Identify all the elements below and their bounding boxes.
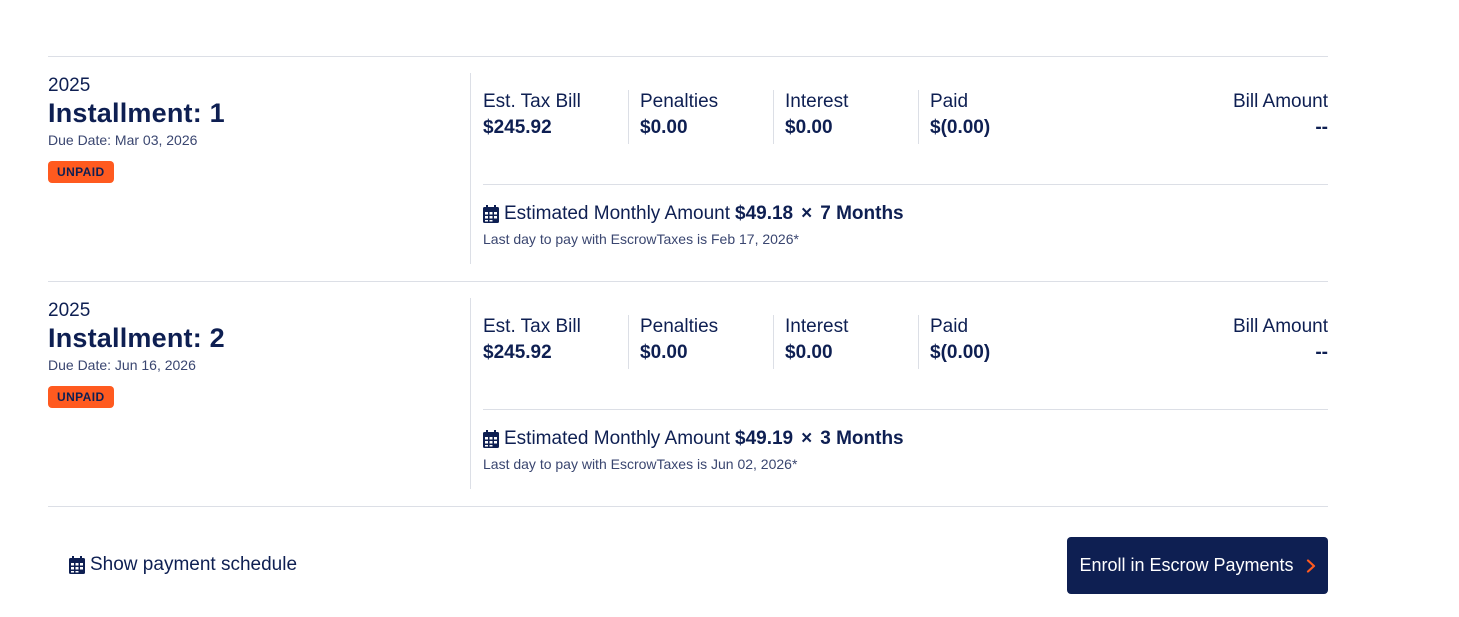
estimate-months: 3 Months (820, 428, 904, 449)
times-symbol: × (801, 428, 813, 449)
calendar-icon (483, 205, 499, 223)
penalties-column: Penalties $0.00 (628, 90, 773, 144)
column-label: Bill Amount (1232, 316, 1328, 337)
divider (48, 506, 1328, 507)
divider (483, 184, 1328, 185)
due-date: Due Date: Jun 16, 2026 (48, 357, 196, 373)
column-label: Interest (785, 91, 849, 112)
status-badge: UNPAID (48, 386, 114, 408)
estimate-amount: $49.18 (735, 203, 794, 224)
vertical-divider (470, 298, 471, 489)
column-label: Est. Tax Bill (483, 316, 581, 337)
column-value: $0.00 (785, 342, 833, 363)
installment-details: Est. Tax Bill $245.92 Penalties $0.00 In… (483, 90, 1328, 247)
due-date: Due Date: Mar 03, 2026 (48, 132, 198, 148)
installment-title: Installment: 1 (48, 98, 225, 128)
last-day-note: Last day to pay with EscrowTaxes is Feb … (483, 231, 799, 247)
estimate-amount: $49.19 (735, 428, 794, 449)
estimated-monthly-amount: Estimated Monthly Amount $49.19 × 3 Mont… (483, 427, 1328, 451)
footer-actions: Show payment schedule Enroll in Escrow P… (48, 537, 1328, 594)
column-label: Bill Amount (1232, 91, 1328, 112)
calendar-icon (483, 430, 499, 448)
column-label: Penalties (640, 91, 719, 112)
installment-card: 2025 Installment: 2 Due Date: Jun 16, 20… (48, 282, 1328, 506)
times-symbol: × (801, 203, 813, 224)
installment-summary: 2025 Installment: 2 Due Date: Jun 16, 20… (48, 299, 470, 408)
column-label: Interest (785, 316, 849, 337)
bill-amount-column: Bill Amount -- (1222, 315, 1328, 369)
calendar-icon (69, 556, 85, 574)
bill-amount-column: Bill Amount -- (1222, 90, 1328, 144)
estimate-label: Estimated Monthly Amount (504, 428, 730, 449)
tax-year: 2025 (48, 75, 91, 96)
column-label: Est. Tax Bill (483, 91, 581, 112)
column-value: -- (1315, 117, 1328, 138)
column-label: Paid (930, 316, 969, 337)
column-value: $(0.00) (930, 342, 991, 363)
last-day-note: Last day to pay with EscrowTaxes is Jun … (483, 456, 798, 472)
amount-columns: Est. Tax Bill $245.92 Penalties $0.00 In… (483, 90, 1328, 144)
enroll-escrow-payments-button[interactable]: Enroll in Escrow Payments (1067, 537, 1328, 594)
column-value: $0.00 (785, 117, 833, 138)
column-value: $245.92 (483, 342, 552, 363)
chevron-right-icon (1306, 558, 1315, 573)
column-value: $(0.00) (930, 117, 991, 138)
est-tax-bill-column: Est. Tax Bill $245.92 (483, 90, 628, 144)
installment-title: Installment: 2 (48, 323, 225, 353)
show-payment-schedule-link[interactable]: Show payment schedule (69, 554, 297, 576)
vertical-divider (470, 73, 471, 264)
installment-summary: 2025 Installment: 1 Due Date: Mar 03, 20… (48, 74, 470, 183)
divider (483, 409, 1328, 410)
column-value: $245.92 (483, 117, 552, 138)
status-badge: UNPAID (48, 161, 114, 183)
installment-details: Est. Tax Bill $245.92 Penalties $0.00 In… (483, 315, 1328, 472)
column-value: $0.00 (640, 117, 688, 138)
penalties-column: Penalties $0.00 (628, 315, 773, 369)
est-tax-bill-column: Est. Tax Bill $245.92 (483, 315, 628, 369)
estimate-label: Estimated Monthly Amount (504, 203, 730, 224)
column-label: Penalties (640, 316, 719, 337)
interest-column: Interest $0.00 (773, 315, 918, 369)
estimated-monthly-amount: Estimated Monthly Amount $49.18 × 7 Mont… (483, 202, 1328, 226)
interest-column: Interest $0.00 (773, 90, 918, 144)
paid-column: Paid $(0.00) (918, 315, 1063, 369)
paid-column: Paid $(0.00) (918, 90, 1063, 144)
estimate-months: 7 Months (820, 203, 904, 224)
column-label: Paid (930, 91, 969, 112)
enroll-button-label: Enroll in Escrow Payments (1079, 555, 1294, 575)
tax-year: 2025 (48, 300, 91, 321)
installment-card: 2025 Installment: 1 Due Date: Mar 03, 20… (48, 57, 1328, 281)
amount-columns: Est. Tax Bill $245.92 Penalties $0.00 In… (483, 315, 1328, 369)
column-value: -- (1315, 342, 1328, 363)
show-payment-schedule-label: Show payment schedule (90, 554, 298, 575)
column-value: $0.00 (640, 342, 688, 363)
installments-list: 2025 Installment: 1 Due Date: Mar 03, 20… (48, 56, 1328, 507)
